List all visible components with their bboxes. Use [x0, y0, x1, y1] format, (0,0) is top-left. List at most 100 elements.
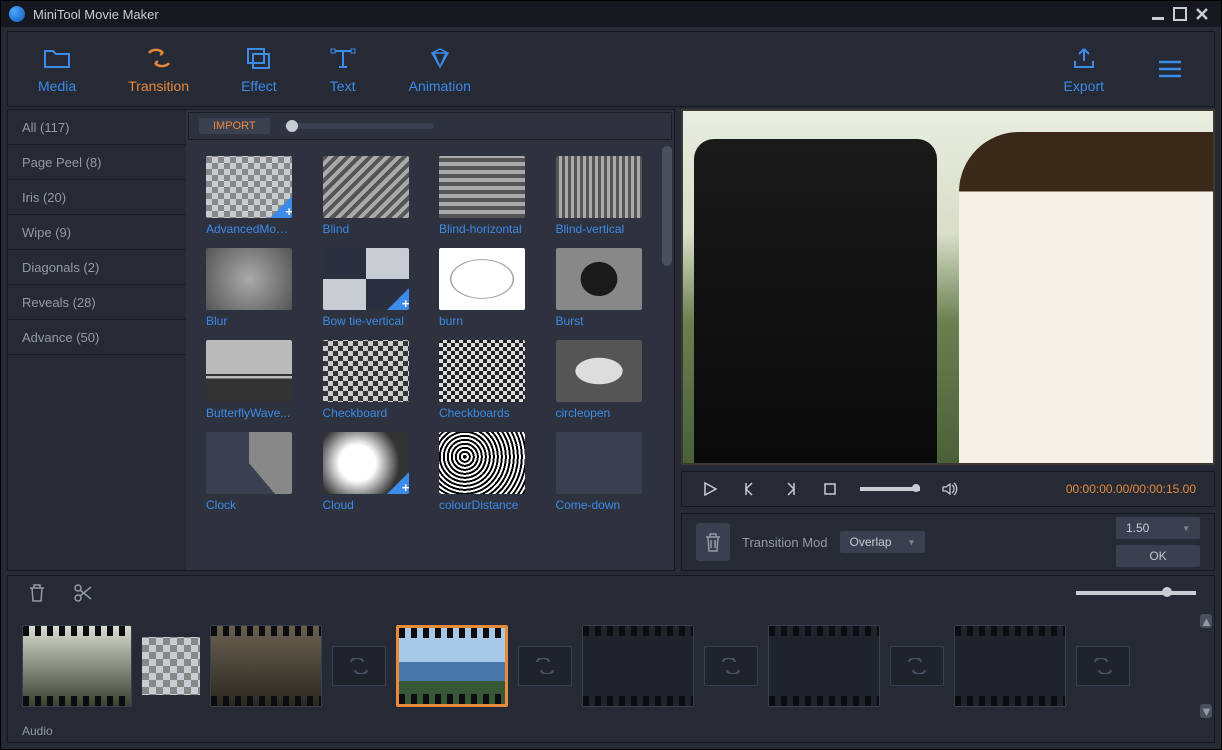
stop-button[interactable] — [820, 479, 840, 499]
timeline-panel: ▲ ▼ Audio — [7, 575, 1215, 743]
category-item[interactable]: Wipe (9) — [8, 215, 186, 250]
browser-toolbar: IMPORT — [188, 112, 672, 140]
transition-grid-wrap: AdvancedMosaic Blind Blind-horizontalBlind… — [186, 142, 674, 570]
transition-icon — [145, 44, 173, 72]
transition-thumbnail[interactable]: Blind-horizontal — [439, 156, 538, 236]
text-icon — [329, 44, 357, 72]
playback-controls: 00:00:00.00/00:00:15.00 — [681, 471, 1215, 507]
timeline-transition-slot[interactable] — [1076, 646, 1130, 686]
thumbnail-label: Checkboard — [323, 406, 409, 420]
timeline-clip[interactable] — [210, 625, 322, 707]
thumbnail-image — [323, 340, 409, 402]
export-button[interactable]: Export — [1064, 44, 1104, 94]
timeline-scrollbar-up[interactable]: ▲ — [1200, 614, 1212, 628]
timeline-transition-applied[interactable] — [142, 637, 200, 695]
titlebar: MiniTool Movie Maker — [1, 1, 1221, 27]
category-item[interactable]: Reveals (28) — [8, 285, 186, 320]
transition-thumbnail[interactable]: ButterflyWave... — [206, 340, 305, 420]
category-item[interactable]: Diagonals (2) — [8, 250, 186, 285]
close-button[interactable] — [1191, 3, 1213, 25]
tab-media[interactable]: Media — [38, 44, 76, 94]
browser-scrollbar[interactable] — [662, 146, 672, 266]
transition-thumbnail[interactable]: Blur — [206, 248, 305, 328]
transition-thumbnail[interactable]: Bow tie-vertical — [323, 248, 422, 328]
main-toolbar: Media Transition Effect Text Animation E… — [7, 31, 1215, 107]
tab-animation[interactable]: Animation — [409, 44, 471, 94]
timeline-clip-selected[interactable] — [396, 625, 508, 707]
timeline-clip-empty[interactable] — [582, 625, 694, 707]
timeline-transition-slot[interactable] — [332, 646, 386, 686]
transition-mode-value: Overlap — [850, 535, 892, 549]
thumbnail-label: Burst — [556, 314, 642, 328]
tab-text-label: Text — [330, 78, 356, 94]
transition-thumbnail[interactable]: burn — [439, 248, 538, 328]
timeline-transition-slot[interactable] — [704, 646, 758, 686]
transition-grid: AdvancedMosaic Blind Blind-horizontalBlind… — [186, 142, 674, 526]
menu-button[interactable] — [1156, 55, 1184, 83]
category-item[interactable]: All (117) — [8, 110, 186, 145]
transition-thumbnail[interactable]: circleopen — [556, 340, 655, 420]
transition-thumbnail[interactable]: Cloud — [323, 432, 422, 512]
thumbnail-image — [206, 340, 292, 402]
thumbnail-image — [556, 156, 642, 218]
minimize-button[interactable] — [1147, 3, 1169, 25]
category-item[interactable]: Page Peel (8) — [8, 145, 186, 180]
video-preview[interactable] — [681, 109, 1215, 465]
thumbnail-image — [556, 340, 642, 402]
transition-thumbnail[interactable]: Clock — [206, 432, 305, 512]
import-button[interactable]: IMPORT — [199, 118, 270, 134]
timeline-transition-slot[interactable] — [518, 646, 572, 686]
thumbnail-zoom-slider[interactable] — [284, 123, 434, 129]
delete-transition-button[interactable] — [696, 523, 730, 561]
effect-icon — [245, 44, 273, 72]
tab-text[interactable]: Text — [329, 44, 357, 94]
timeline-clip-empty[interactable] — [768, 625, 880, 707]
transition-duration-select[interactable]: 1.50 ▼ — [1116, 517, 1200, 539]
ok-button[interactable]: OK — [1116, 545, 1200, 567]
audio-track-label: Audio — [8, 722, 1214, 742]
folder-icon — [43, 44, 71, 72]
transition-thumbnail[interactable]: Checkboard — [323, 340, 422, 420]
thumbnail-image — [206, 156, 292, 218]
transition-mode-label: Transition Mod — [742, 535, 828, 550]
seek-slider[interactable] — [860, 487, 920, 491]
timeline-transition-slot[interactable] — [890, 646, 944, 686]
timeline-split-button[interactable] — [72, 582, 94, 604]
trash-icon — [703, 531, 723, 553]
video-track[interactable]: ▲ ▼ — [8, 610, 1214, 722]
transition-mode-select[interactable]: Overlap ▼ — [840, 531, 926, 553]
timeline-zoom-slider[interactable] — [1076, 591, 1196, 595]
next-frame-button[interactable] — [780, 479, 800, 499]
tab-transition[interactable]: Transition — [128, 44, 189, 94]
category-item[interactable]: Iris (20) — [8, 180, 186, 215]
maximize-button[interactable] — [1169, 3, 1191, 25]
transition-thumbnail[interactable]: Blind-vertical — [556, 156, 655, 236]
tab-effect[interactable]: Effect — [241, 44, 277, 94]
category-list: All (117)Page Peel (8)Iris (20)Wipe (9)D… — [8, 110, 186, 570]
transition-mode-panel: Transition Mod Overlap ▼ 1.50 ▼ OK — [681, 513, 1215, 571]
tab-transition-label: Transition — [128, 78, 189, 94]
chevron-down-icon: ▼ — [908, 538, 916, 547]
play-button[interactable] — [700, 479, 720, 499]
volume-button[interactable] — [940, 479, 960, 499]
transition-thumbnail[interactable]: colourDistance — [439, 432, 538, 512]
timeline-scrollbar-down[interactable]: ▼ — [1200, 704, 1212, 718]
thumbnail-label: AdvancedMosaic — [206, 222, 292, 236]
transition-thumbnail[interactable]: Come-down — [556, 432, 655, 512]
timeline-clip-empty[interactable] — [954, 625, 1066, 707]
prev-frame-button[interactable] — [740, 479, 760, 499]
timecode-display: 00:00:00.00/00:00:15.00 — [1066, 482, 1196, 496]
thumbnail-image — [439, 340, 525, 402]
main-area: All (117)Page Peel (8)Iris (20)Wipe (9)D… — [1, 109, 1221, 571]
timeline-clip[interactable] — [22, 625, 132, 707]
transition-thumbnail[interactable]: Checkboards — [439, 340, 538, 420]
transition-thumbnail[interactable]: Burst — [556, 248, 655, 328]
thumbnail-label: Blind — [323, 222, 409, 236]
hamburger-icon — [1156, 55, 1184, 83]
category-item[interactable]: Advance (50) — [8, 320, 186, 355]
transition-thumbnail[interactable]: Blind — [323, 156, 422, 236]
transition-thumbnail[interactable]: AdvancedMosaic — [206, 156, 305, 236]
app-logo-icon — [9, 6, 25, 22]
timeline-delete-button[interactable] — [26, 582, 48, 604]
app-window: MiniTool Movie Maker Media Transition Ef… — [0, 0, 1222, 750]
